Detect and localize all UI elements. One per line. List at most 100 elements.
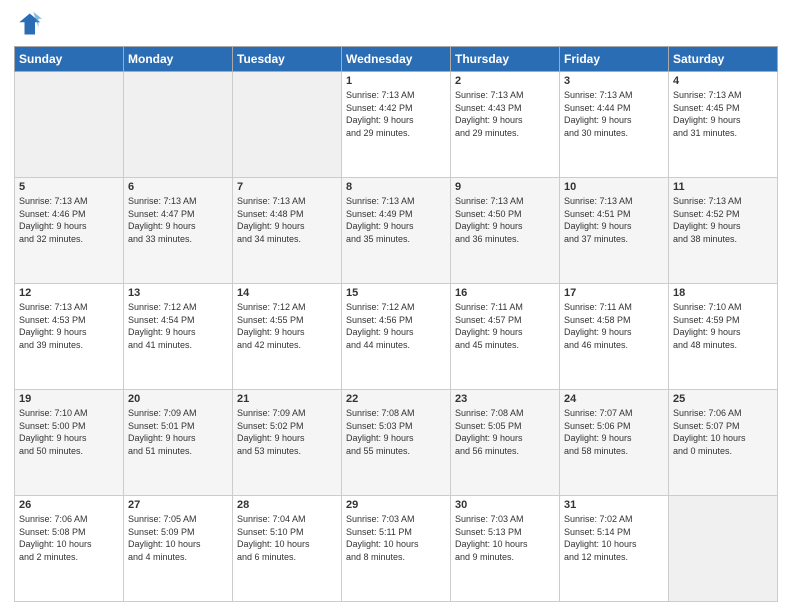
day-number: 28 [237, 499, 337, 511]
day-number: 11 [673, 181, 773, 193]
weekday-header: Friday [560, 47, 669, 72]
day-number: 4 [673, 75, 773, 87]
calendar-cell: 14 Sunrise: 7:12 AM Sunset: 4:55 PM Dayli… [233, 284, 342, 390]
day-info: Sunrise: 7:11 AM Sunset: 4:57 PM Dayligh… [455, 301, 555, 351]
day-info: Sunrise: 7:09 AM Sunset: 5:01 PM Dayligh… [128, 407, 228, 457]
calendar-cell: 4 Sunrise: 7:13 AM Sunset: 4:45 PM Daylig… [669, 72, 778, 178]
day-info: Sunrise: 7:12 AM Sunset: 4:55 PM Dayligh… [237, 301, 337, 351]
day-info: Sunrise: 7:13 AM Sunset: 4:42 PM Dayligh… [346, 89, 446, 139]
day-number: 26 [19, 499, 119, 511]
day-number: 1 [346, 75, 446, 87]
calendar-table: SundayMondayTuesdayWednesdayThursdayFrid… [14, 46, 778, 602]
header [14, 10, 778, 38]
calendar-cell: 16 Sunrise: 7:11 AM Sunset: 4:57 PM Dayli… [451, 284, 560, 390]
calendar-week-row: 1 Sunrise: 7:13 AM Sunset: 4:42 PM Daylig… [15, 72, 778, 178]
day-number: 12 [19, 287, 119, 299]
day-info: Sunrise: 7:09 AM Sunset: 5:02 PM Dayligh… [237, 407, 337, 457]
day-info: Sunrise: 7:02 AM Sunset: 5:14 PM Dayligh… [564, 513, 664, 563]
calendar-cell: 23Sunrise: 7:08 AM Sunset: 5:05 PM Dayli… [451, 390, 560, 496]
calendar-cell: 13 Sunrise: 7:12 AM Sunset: 4:54 PM Dayli… [124, 284, 233, 390]
calendar-cell [233, 72, 342, 178]
calendar-cell: 21Sunrise: 7:09 AM Sunset: 5:02 PM Dayli… [233, 390, 342, 496]
day-info: Sunrise: 7:13 AM Sunset: 4:47 PM Dayligh… [128, 195, 228, 245]
day-number: 3 [564, 75, 664, 87]
weekday-header-row: SundayMondayTuesdayWednesdayThursdayFrid… [15, 47, 778, 72]
calendar-cell [15, 72, 124, 178]
day-number: 13 [128, 287, 228, 299]
calendar-cell: 7 Sunrise: 7:13 AM Sunset: 4:48 PM Daylig… [233, 178, 342, 284]
weekday-header: Saturday [669, 47, 778, 72]
calendar-cell: 30 Sunrise: 7:03 AM Sunset: 5:13 PM Dayli… [451, 496, 560, 602]
calendar-cell: 22 Sunrise: 7:08 AM Sunset: 5:03 PM Dayli… [342, 390, 451, 496]
calendar-cell [124, 72, 233, 178]
day-number: 19 [19, 393, 119, 405]
weekday-header: Tuesday [233, 47, 342, 72]
day-number: 14 [237, 287, 337, 299]
calendar-cell: 10 Sunrise: 7:13 AM Sunset: 4:51 PM Dayli… [560, 178, 669, 284]
day-number: 9 [455, 181, 555, 193]
calendar-cell: 20Sunrise: 7:09 AM Sunset: 5:01 PM Dayli… [124, 390, 233, 496]
calendar-cell: 2 Sunrise: 7:13 AM Sunset: 4:43 PM Daylig… [451, 72, 560, 178]
day-number: 27 [128, 499, 228, 511]
weekday-header: Wednesday [342, 47, 451, 72]
day-info: Sunrise: 7:13 AM Sunset: 4:43 PM Dayligh… [455, 89, 555, 139]
calendar-cell: 5 Sunrise: 7:13 AM Sunset: 4:46 PM Daylig… [15, 178, 124, 284]
calendar-cell: 11Sunrise: 7:13 AM Sunset: 4:52 PM Dayli… [669, 178, 778, 284]
page-container: SundayMondayTuesdayWednesdayThursdayFrid… [0, 0, 792, 612]
weekday-header: Monday [124, 47, 233, 72]
calendar-cell: 17 Sunrise: 7:11 AM Sunset: 4:58 PM Dayli… [560, 284, 669, 390]
calendar-cell: 6 Sunrise: 7:13 AM Sunset: 4:47 PM Daylig… [124, 178, 233, 284]
day-info: Sunrise: 7:07 AM Sunset: 5:06 PM Dayligh… [564, 407, 664, 457]
day-info: Sunrise: 7:06 AM Sunset: 5:08 PM Dayligh… [19, 513, 119, 563]
calendar-cell: 12 Sunrise: 7:13 AM Sunset: 4:53 PM Dayli… [15, 284, 124, 390]
day-number: 30 [455, 499, 555, 511]
day-number: 22 [346, 393, 446, 405]
calendar-cell: 9 Sunrise: 7:13 AM Sunset: 4:50 PM Daylig… [451, 178, 560, 284]
day-number: 18 [673, 287, 773, 299]
day-number: 5 [19, 181, 119, 193]
calendar-cell: 15 Sunrise: 7:12 AM Sunset: 4:56 PM Dayli… [342, 284, 451, 390]
calendar-cell: 1 Sunrise: 7:13 AM Sunset: 4:42 PM Daylig… [342, 72, 451, 178]
day-info: Sunrise: 7:10 AM Sunset: 4:59 PM Dayligh… [673, 301, 773, 351]
day-info: Sunrise: 7:05 AM Sunset: 5:09 PM Dayligh… [128, 513, 228, 563]
day-number: 10 [564, 181, 664, 193]
day-info: Sunrise: 7:13 AM Sunset: 4:51 PM Dayligh… [564, 195, 664, 245]
calendar-cell: 19 Sunrise: 7:10 AM Sunset: 5:00 PM Dayli… [15, 390, 124, 496]
day-number: 25 [673, 393, 773, 405]
calendar-cell: 24 Sunrise: 7:07 AM Sunset: 5:06 PM Dayli… [560, 390, 669, 496]
day-number: 15 [346, 287, 446, 299]
day-number: 17 [564, 287, 664, 299]
day-info: Sunrise: 7:06 AM Sunset: 5:07 PM Dayligh… [673, 407, 773, 457]
day-info: Sunrise: 7:10 AM Sunset: 5:00 PM Dayligh… [19, 407, 119, 457]
day-number: 16 [455, 287, 555, 299]
day-info: Sunrise: 7:13 AM Sunset: 4:46 PM Dayligh… [19, 195, 119, 245]
weekday-header: Sunday [15, 47, 124, 72]
day-number: 31 [564, 499, 664, 511]
day-info: Sunrise: 7:13 AM Sunset: 4:50 PM Dayligh… [455, 195, 555, 245]
calendar-cell: 8Sunrise: 7:13 AM Sunset: 4:49 PM Daylig… [342, 178, 451, 284]
day-number: 24 [564, 393, 664, 405]
calendar-cell [669, 496, 778, 602]
calendar-cell: 27 Sunrise: 7:05 AM Sunset: 5:09 PM Dayli… [124, 496, 233, 602]
day-info: Sunrise: 7:03 AM Sunset: 5:13 PM Dayligh… [455, 513, 555, 563]
day-info: Sunrise: 7:11 AM Sunset: 4:58 PM Dayligh… [564, 301, 664, 351]
day-info: Sunrise: 7:13 AM Sunset: 4:45 PM Dayligh… [673, 89, 773, 139]
calendar-week-row: 12 Sunrise: 7:13 AM Sunset: 4:53 PM Dayli… [15, 284, 778, 390]
calendar-cell: 31 Sunrise: 7:02 AM Sunset: 5:14 PM Dayli… [560, 496, 669, 602]
calendar-week-row: 19 Sunrise: 7:10 AM Sunset: 5:00 PM Dayli… [15, 390, 778, 496]
day-info: Sunrise: 7:13 AM Sunset: 4:48 PM Dayligh… [237, 195, 337, 245]
day-info: Sunrise: 7:08 AM Sunset: 5:03 PM Dayligh… [346, 407, 446, 457]
calendar-cell: 3Sunrise: 7:13 AM Sunset: 4:44 PM Daylig… [560, 72, 669, 178]
day-info: Sunrise: 7:12 AM Sunset: 4:54 PM Dayligh… [128, 301, 228, 351]
calendar-cell: 26 Sunrise: 7:06 AM Sunset: 5:08 PM Dayli… [15, 496, 124, 602]
day-info: Sunrise: 7:12 AM Sunset: 4:56 PM Dayligh… [346, 301, 446, 351]
logo [14, 10, 46, 38]
day-number: 29 [346, 499, 446, 511]
day-info: Sunrise: 7:13 AM Sunset: 4:53 PM Dayligh… [19, 301, 119, 351]
day-number: 2 [455, 75, 555, 87]
day-number: 7 [237, 181, 337, 193]
day-number: 6 [128, 181, 228, 193]
calendar-cell: 18 Sunrise: 7:10 AM Sunset: 4:59 PM Dayli… [669, 284, 778, 390]
calendar-week-row: 5 Sunrise: 7:13 AM Sunset: 4:46 PM Daylig… [15, 178, 778, 284]
logo-icon [14, 10, 42, 38]
